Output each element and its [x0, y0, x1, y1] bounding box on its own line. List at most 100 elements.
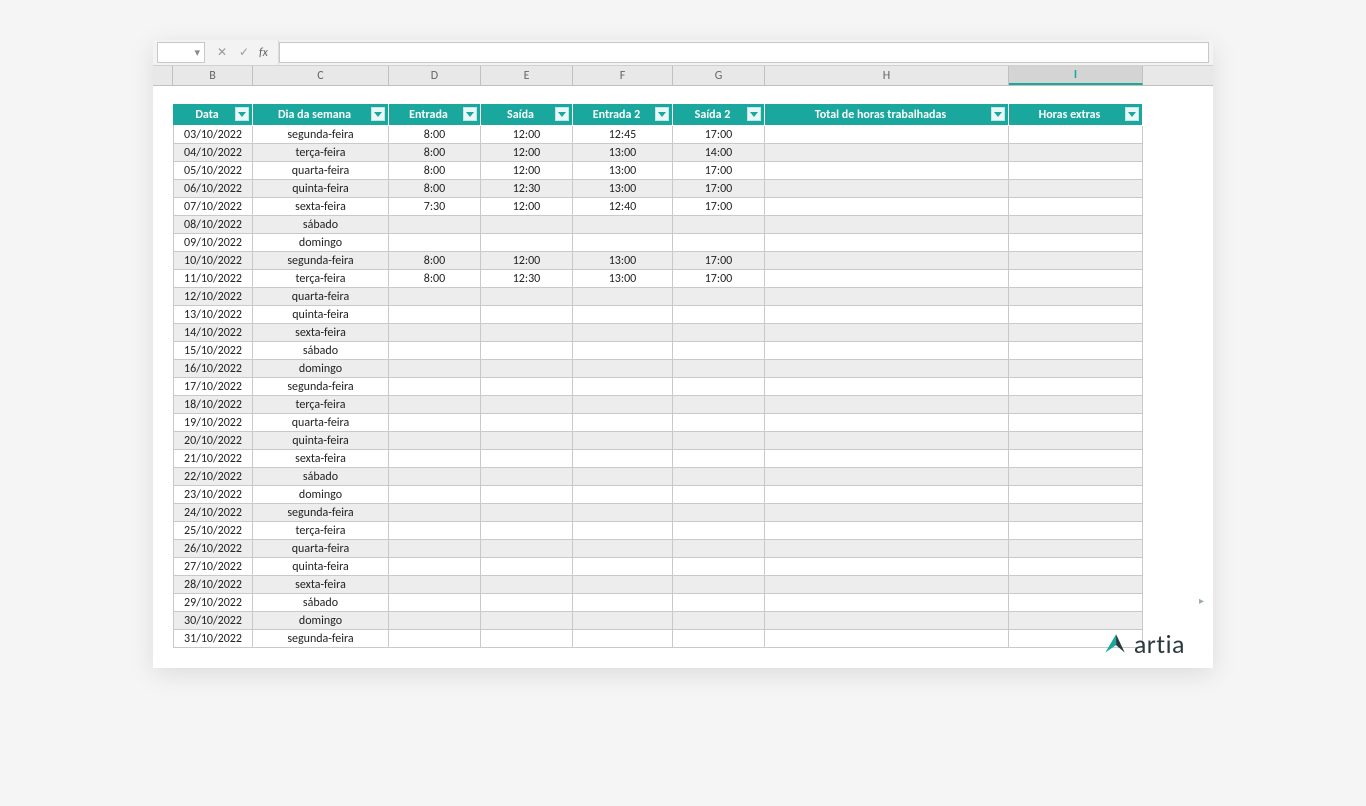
cell-s2[interactable]: [673, 594, 765, 612]
cell-data[interactable]: 09/10/2022: [173, 234, 253, 252]
cell-total[interactable]: [765, 198, 1009, 216]
cell-extra[interactable]: [1009, 360, 1143, 378]
cell-dia[interactable]: segunda-feira: [253, 378, 389, 396]
cell-e1[interactable]: 8:00: [389, 144, 481, 162]
th-dia-da-semana[interactable]: Dia da semana: [253, 104, 389, 126]
cancel-formula-icon[interactable]: ✕: [215, 45, 229, 60]
cell-e2[interactable]: [573, 558, 673, 576]
cell-total[interactable]: [765, 306, 1009, 324]
cell-e1[interactable]: [389, 486, 481, 504]
cell-s1[interactable]: [481, 414, 573, 432]
cell-e1[interactable]: [389, 504, 481, 522]
cell-s1[interactable]: [481, 306, 573, 324]
cell-e2[interactable]: [573, 414, 673, 432]
cell-dia[interactable]: terça-feira: [253, 396, 389, 414]
cell-total[interactable]: [765, 558, 1009, 576]
cell-e2[interactable]: [573, 342, 673, 360]
cell-total[interactable]: [765, 252, 1009, 270]
cell-e1[interactable]: [389, 396, 481, 414]
cell-dia[interactable]: quarta-feira: [253, 288, 389, 306]
cell-s2[interactable]: [673, 414, 765, 432]
cell-e2[interactable]: [573, 486, 673, 504]
cell-extra[interactable]: [1009, 234, 1143, 252]
cell-total[interactable]: [765, 486, 1009, 504]
cell-dia[interactable]: sexta-feira: [253, 576, 389, 594]
cell-s1[interactable]: [481, 594, 573, 612]
cell-dia[interactable]: sexta-feira: [253, 450, 389, 468]
cell-extra[interactable]: [1009, 252, 1143, 270]
cell-extra[interactable]: [1009, 324, 1143, 342]
cell-dia[interactable]: terça-feira: [253, 270, 389, 288]
cell-s2[interactable]: [673, 288, 765, 306]
column-header-G[interactable]: G: [673, 66, 765, 85]
cell-dia[interactable]: sábado: [253, 468, 389, 486]
cell-total[interactable]: [765, 414, 1009, 432]
cell-data[interactable]: 20/10/2022: [173, 432, 253, 450]
cell-s2[interactable]: [673, 324, 765, 342]
cell-dia[interactable]: terça-feira: [253, 144, 389, 162]
cell-s2[interactable]: [673, 342, 765, 360]
grid-area[interactable]: Data Dia da semana Entrada Saída Entrada…: [153, 86, 1213, 648]
cell-extra[interactable]: [1009, 198, 1143, 216]
cell-s2[interactable]: [673, 558, 765, 576]
cell-total[interactable]: [765, 360, 1009, 378]
cell-dia[interactable]: sábado: [253, 342, 389, 360]
cell-data[interactable]: 13/10/2022: [173, 306, 253, 324]
formula-input[interactable]: [279, 42, 1209, 63]
cell-total[interactable]: [765, 162, 1009, 180]
cell-s2[interactable]: [673, 306, 765, 324]
cell-s1[interactable]: 12:00: [481, 252, 573, 270]
cell-data[interactable]: 08/10/2022: [173, 216, 253, 234]
cell-s2[interactable]: 17:00: [673, 198, 765, 216]
cell-s1[interactable]: 12:00: [481, 126, 573, 144]
cell-e1[interactable]: [389, 576, 481, 594]
cell-s2[interactable]: 17:00: [673, 252, 765, 270]
cell-e2[interactable]: [573, 450, 673, 468]
cell-e2[interactable]: [573, 306, 673, 324]
cell-dia[interactable]: domingo: [253, 234, 389, 252]
cell-dia[interactable]: quarta-feira: [253, 540, 389, 558]
cell-total[interactable]: [765, 180, 1009, 198]
cell-total[interactable]: [765, 504, 1009, 522]
cell-extra[interactable]: [1009, 594, 1143, 612]
filter-dropdown-icon[interactable]: [991, 107, 1005, 121]
filter-dropdown-icon[interactable]: [655, 107, 669, 121]
cell-dia[interactable]: domingo: [253, 360, 389, 378]
cell-s2[interactable]: [673, 576, 765, 594]
cell-s2[interactable]: [673, 432, 765, 450]
cell-dia[interactable]: quinta-feira: [253, 180, 389, 198]
cell-extra[interactable]: [1009, 342, 1143, 360]
cell-s2[interactable]: [673, 234, 765, 252]
cell-dia[interactable]: segunda-feira: [253, 252, 389, 270]
filter-dropdown-icon[interactable]: [747, 107, 761, 121]
cell-extra[interactable]: [1009, 450, 1143, 468]
cell-s2[interactable]: [673, 522, 765, 540]
cell-e1[interactable]: 8:00: [389, 252, 481, 270]
cell-e2[interactable]: [573, 576, 673, 594]
cell-s1[interactable]: 12:00: [481, 198, 573, 216]
cell-data[interactable]: 16/10/2022: [173, 360, 253, 378]
cell-dia[interactable]: domingo: [253, 612, 389, 630]
cell-e1[interactable]: [389, 612, 481, 630]
cell-dia[interactable]: segunda-feira: [253, 126, 389, 144]
cell-total[interactable]: [765, 288, 1009, 306]
cell-data[interactable]: 26/10/2022: [173, 540, 253, 558]
cell-data[interactable]: 18/10/2022: [173, 396, 253, 414]
cell-extra[interactable]: [1009, 162, 1143, 180]
cell-extra[interactable]: [1009, 270, 1143, 288]
th-entrada-2[interactable]: Entrada 2: [573, 104, 673, 126]
column-header-E[interactable]: E: [481, 66, 573, 85]
th-saida[interactable]: Saída: [481, 104, 573, 126]
cell-total[interactable]: [765, 630, 1009, 648]
cell-extra[interactable]: [1009, 504, 1143, 522]
cell-e2[interactable]: [573, 630, 673, 648]
cell-total[interactable]: [765, 144, 1009, 162]
cell-extra[interactable]: [1009, 540, 1143, 558]
cell-e1[interactable]: [389, 342, 481, 360]
cell-s2[interactable]: [673, 540, 765, 558]
cell-extra[interactable]: [1009, 216, 1143, 234]
cell-total[interactable]: [765, 270, 1009, 288]
name-box[interactable]: ▾: [157, 42, 205, 63]
cell-e1[interactable]: [389, 288, 481, 306]
cell-data[interactable]: 07/10/2022: [173, 198, 253, 216]
